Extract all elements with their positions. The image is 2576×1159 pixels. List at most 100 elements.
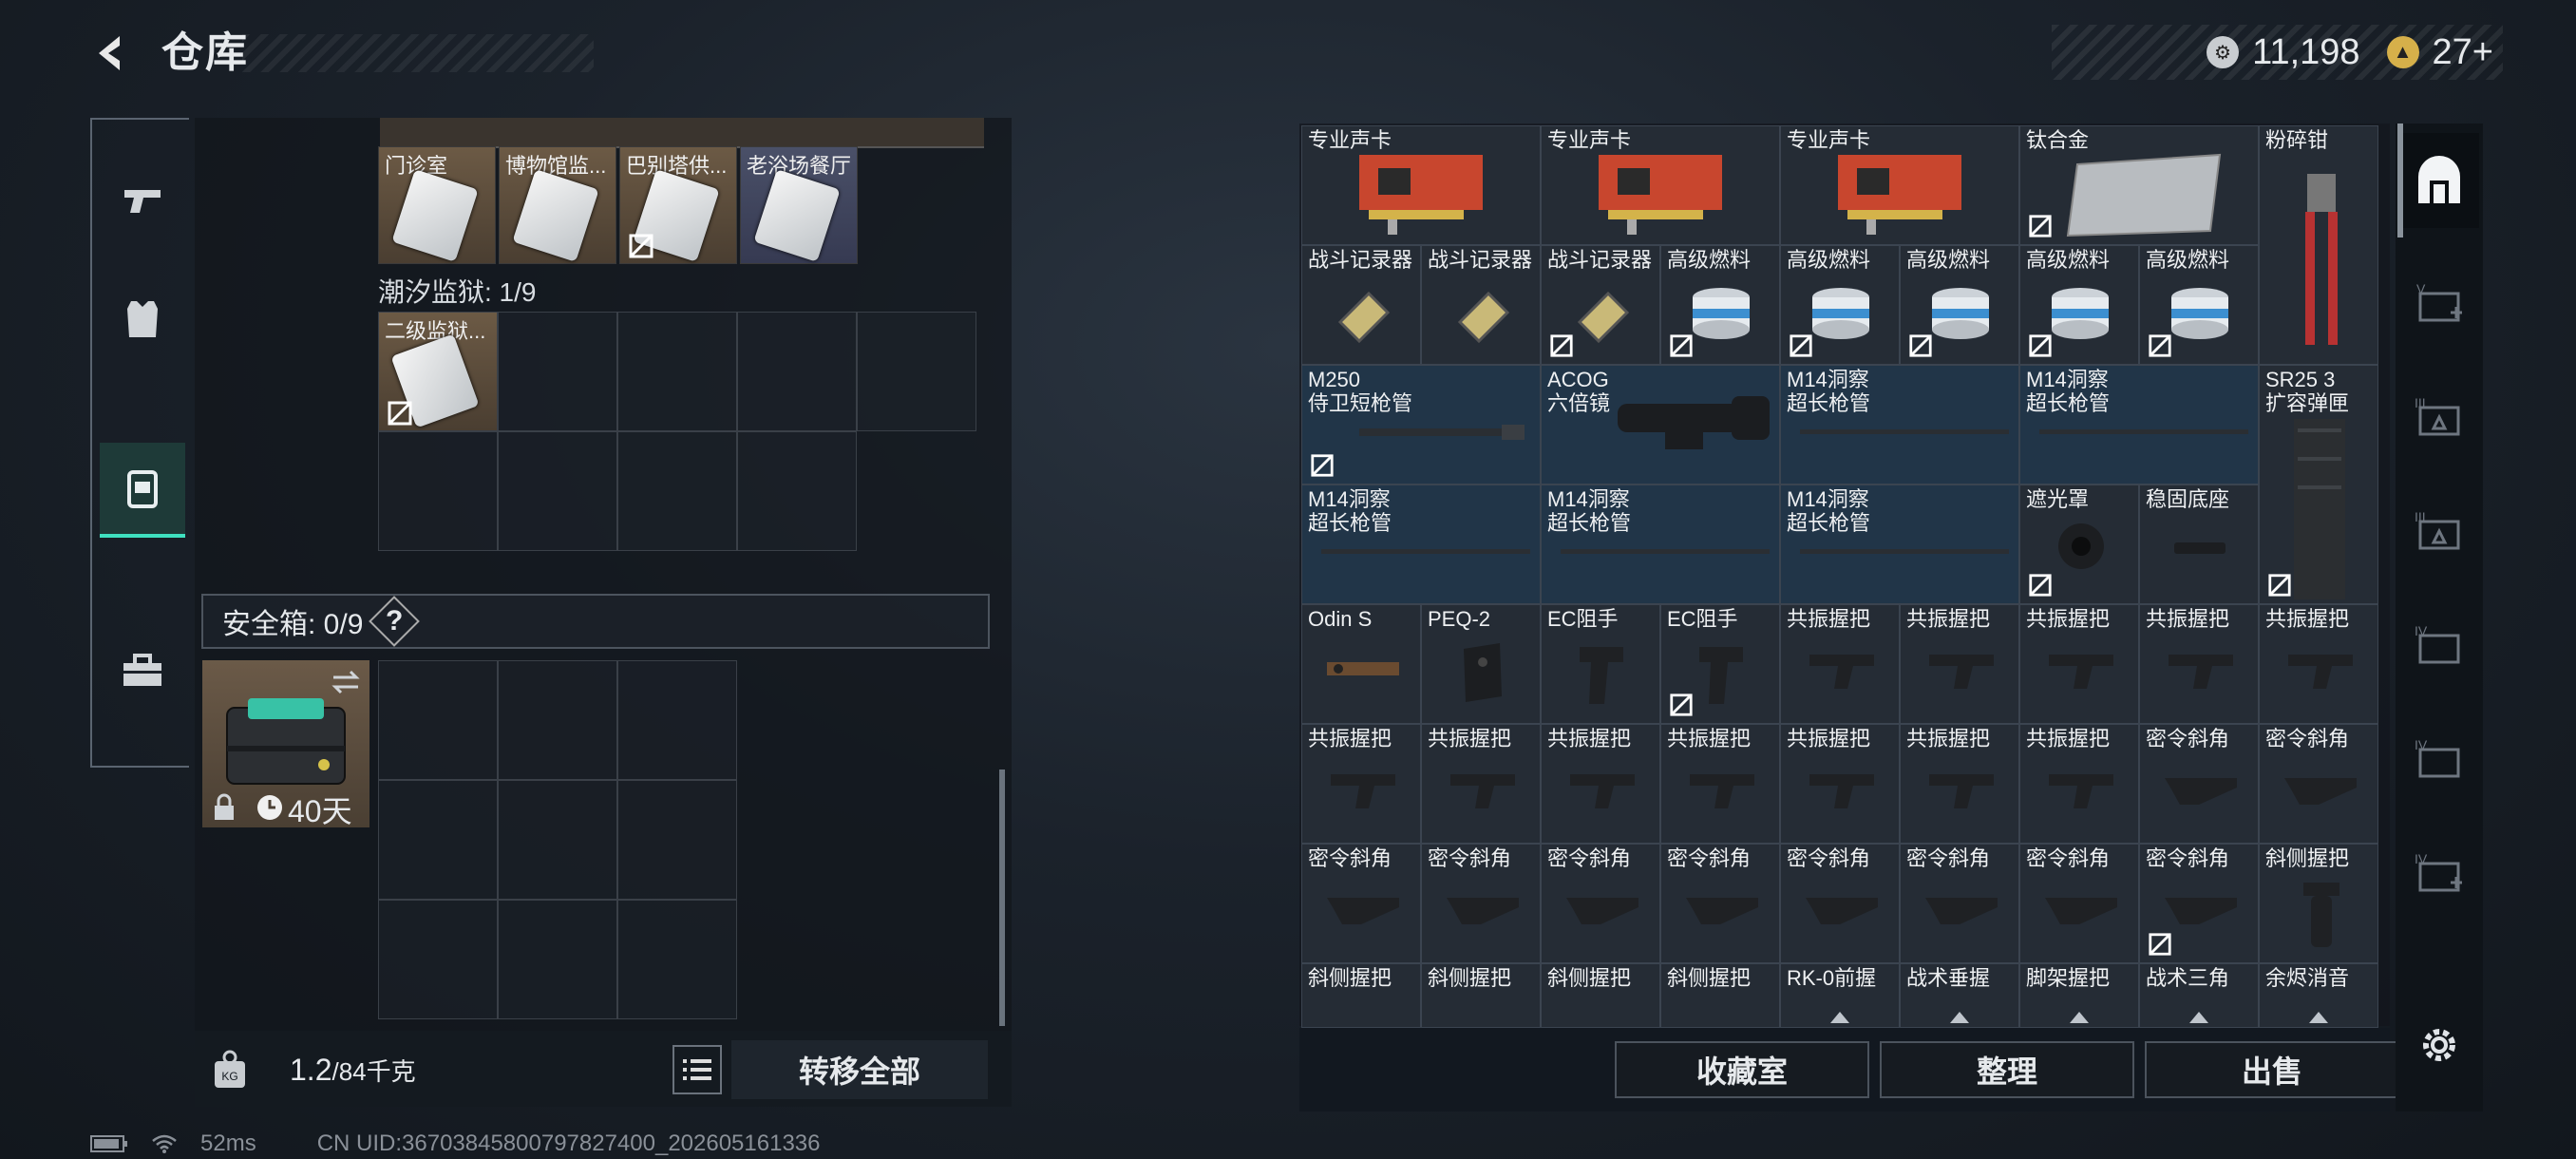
inventory-item[interactable]: 密令斜角 bbox=[1301, 844, 1421, 963]
safe-slot[interactable] bbox=[617, 900, 737, 1019]
inventory-item[interactable]: 斜侧握把 bbox=[1660, 963, 1780, 1028]
safe-slot[interactable] bbox=[617, 780, 737, 900]
inventory-item[interactable]: 共振握把 bbox=[1900, 724, 2019, 844]
inventory-item[interactable]: 共振握把 bbox=[2259, 604, 2378, 724]
inventory-item[interactable]: EC阻手 bbox=[1660, 604, 1780, 724]
nav-room-v[interactable]: V bbox=[2399, 256, 2479, 352]
safe-slot[interactable] bbox=[378, 900, 498, 1019]
key-tile[interactable]: 老浴场餐厅 bbox=[740, 146, 858, 264]
inventory-item[interactable]: 专业声卡 bbox=[1541, 125, 1780, 245]
empty-slot[interactable] bbox=[498, 431, 617, 551]
help-button[interactable]: ? bbox=[369, 596, 421, 647]
inventory-item[interactable]: 斜侧握把 bbox=[1541, 963, 1660, 1028]
list-view-button[interactable] bbox=[672, 1045, 722, 1094]
nav-room-iv-add[interactable]: IV bbox=[2399, 826, 2479, 922]
inventory-item[interactable]: 高级燃料 bbox=[2019, 245, 2139, 365]
inventory-item[interactable]: 斜侧握把 bbox=[1421, 963, 1541, 1028]
nav-room-iii[interactable]: III bbox=[2399, 370, 2479, 466]
inventory-item[interactable]: 高级燃料 bbox=[1780, 245, 1900, 365]
inventory-item[interactable]: 共振握把 bbox=[1660, 724, 1780, 844]
inventory-item[interactable]: 共振握把 bbox=[1780, 724, 1900, 844]
safe-slot[interactable] bbox=[498, 660, 617, 780]
inventory-item[interactable]: 战斗记录器 bbox=[1541, 245, 1660, 365]
inventory-item[interactable]: 余烬消音 bbox=[2259, 963, 2378, 1028]
nav-armor[interactable] bbox=[100, 272, 185, 367]
inventory-item[interactable]: 专业声卡 bbox=[1301, 125, 1541, 245]
inventory-item[interactable]: 战斗记录器 bbox=[1421, 245, 1541, 365]
inventory-item[interactable]: 战术垂握 bbox=[1900, 963, 2019, 1028]
inventory-item[interactable]: 共振握把 bbox=[2139, 604, 2259, 724]
inventory-item[interactable]: 密令斜角 bbox=[1900, 844, 2019, 963]
nav-room-iv[interactable]: IV bbox=[2399, 598, 2479, 694]
inventory-item[interactable]: M250 侍卫短枪管 bbox=[1301, 365, 1541, 484]
nav-toolbox[interactable] bbox=[100, 623, 185, 718]
safe-slot[interactable] bbox=[617, 660, 737, 780]
inventory-item[interactable]: 密令斜角 bbox=[1660, 844, 1780, 963]
warehouse-scrollbar[interactable] bbox=[2397, 124, 2403, 238]
inventory-item[interactable]: M14洞察 超长枪管 bbox=[1780, 484, 2019, 604]
inventory-item[interactable]: 共振握把 bbox=[2019, 604, 2139, 724]
inventory-item[interactable]: ACOG 六倍镜 bbox=[1541, 365, 1780, 484]
transfer-all-button[interactable]: 转移全部 bbox=[731, 1040, 988, 1099]
inventory-item[interactable]: M14洞察 超长枪管 bbox=[1780, 365, 2019, 484]
inventory-item[interactable]: 高级燃料 bbox=[1660, 245, 1780, 365]
inventory-item[interactable]: 战斗记录器 bbox=[1301, 245, 1421, 365]
nav-room-iv-2[interactable]: IV bbox=[2399, 712, 2479, 808]
empty-slot[interactable] bbox=[617, 431, 737, 551]
inventory-item[interactable]: 斜侧握把 bbox=[2259, 844, 2378, 963]
safe-slot[interactable] bbox=[378, 780, 498, 900]
inventory-item[interactable]: 共振握把 bbox=[1541, 724, 1660, 844]
empty-slot[interactable] bbox=[737, 431, 857, 551]
inventory-item[interactable]: 脚架握把 bbox=[2019, 963, 2139, 1028]
inventory-item[interactable]: 密令斜角 bbox=[2019, 844, 2139, 963]
inventory-item[interactable]: 密令斜角 bbox=[2139, 724, 2259, 844]
safe-slot[interactable] bbox=[498, 780, 617, 900]
settings-button[interactable] bbox=[2399, 998, 2479, 1092]
inventory-item[interactable]: SR25 3 扩容弹匣 bbox=[2259, 365, 2378, 604]
inventory-item[interactable]: M14洞察 超长枪管 bbox=[1301, 484, 1541, 604]
inventory-item[interactable]: 密令斜角 bbox=[1421, 844, 1541, 963]
safe-slot[interactable] bbox=[378, 660, 498, 780]
empty-slot[interactable] bbox=[498, 312, 617, 431]
sell-button[interactable]: 出售 bbox=[2145, 1041, 2399, 1098]
nav-vault-main[interactable] bbox=[2399, 133, 2479, 228]
inventory-item[interactable]: 钛合金 bbox=[2019, 125, 2259, 245]
inventory-item[interactable]: RK-0前握 bbox=[1780, 963, 1900, 1028]
inventory-item[interactable]: 密令斜角 bbox=[1780, 844, 1900, 963]
inventory-item[interactable]: Odin S bbox=[1301, 604, 1421, 724]
inventory-item[interactable]: 专业声卡 bbox=[1780, 125, 2019, 245]
key-tile[interactable]: 巴别塔供... bbox=[619, 146, 737, 264]
safe-box-item[interactable]: 40天 bbox=[202, 660, 369, 828]
inventory-item[interactable]: 高级燃料 bbox=[1900, 245, 2019, 365]
empty-slot[interactable] bbox=[378, 431, 498, 551]
inventory-item[interactable]: 密令斜角 bbox=[2259, 724, 2378, 844]
key-tile[interactable]: 门诊室 bbox=[378, 146, 496, 264]
inventory-item[interactable]: 共振握把 bbox=[2019, 724, 2139, 844]
organize-button[interactable]: 整理 bbox=[1880, 1041, 2134, 1098]
nav-weapons[interactable] bbox=[100, 154, 185, 249]
nav-backpack[interactable] bbox=[100, 443, 185, 538]
inventory-item[interactable]: 高级燃料 bbox=[2139, 245, 2259, 365]
inventory-item[interactable]: 战术三角 bbox=[2139, 963, 2259, 1028]
empty-slot[interactable] bbox=[737, 312, 857, 431]
inventory-item[interactable]: PEQ-2 bbox=[1421, 604, 1541, 724]
back-button[interactable] bbox=[84, 27, 141, 80]
inventory-item[interactable]: 粉碎钳 bbox=[2259, 125, 2378, 365]
inventory-item[interactable]: 共振握把 bbox=[1900, 604, 2019, 724]
key-tile[interactable]: 博物馆监... bbox=[499, 146, 616, 264]
currency-display[interactable]: ⚙ 11,198 ▲ 27+ bbox=[2052, 25, 2503, 80]
inventory-item[interactable]: EC阻手 bbox=[1541, 604, 1660, 724]
empty-slot[interactable] bbox=[617, 312, 737, 431]
inventory-item[interactable]: M14洞察 超长枪管 bbox=[1541, 484, 1780, 604]
inventory-item[interactable]: 稳固底座 bbox=[2139, 484, 2259, 604]
collection-room-button[interactable]: 收藏室 bbox=[1615, 1041, 1869, 1098]
inventory-item[interactable]: 密令斜角 bbox=[1541, 844, 1660, 963]
empty-slot[interactable] bbox=[857, 312, 976, 431]
inventory-item[interactable]: M14洞察 超长枪管 bbox=[2019, 365, 2259, 484]
inventory-item[interactable]: 遮光罩 bbox=[2019, 484, 2139, 604]
nav-room-iii-2[interactable]: III bbox=[2399, 484, 2479, 580]
inventory-item[interactable]: 共振握把 bbox=[1780, 604, 1900, 724]
inventory-item[interactable]: 密令斜角 bbox=[2139, 844, 2259, 963]
prison-key-tile[interactable]: 二级监狱... bbox=[378, 312, 498, 431]
swap-icon[interactable] bbox=[330, 668, 362, 696]
